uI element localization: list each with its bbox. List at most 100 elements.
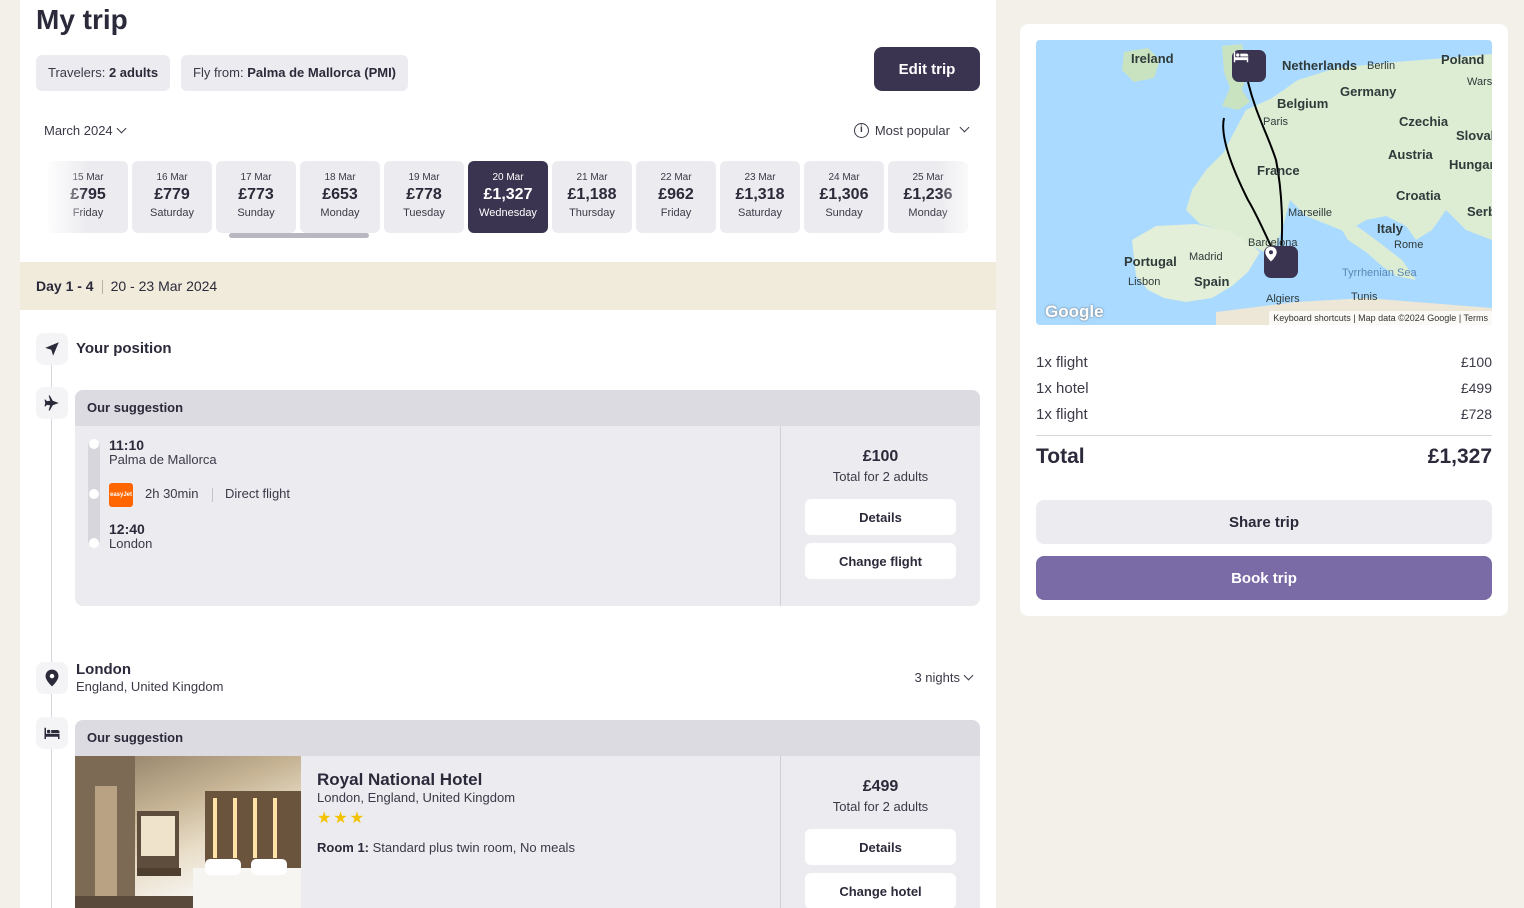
- map-label: Lisbon: [1128, 276, 1161, 288]
- flight-duration: 2h 30min: [145, 486, 199, 501]
- arrive-dot: [89, 538, 99, 548]
- date-price: £1,318: [735, 186, 785, 203]
- hotel-marker[interactable]: [1232, 50, 1266, 82]
- page-title: My trip: [36, 4, 128, 35]
- fly-from-chip[interactable]: Fly from: Palma de Mallorca (PMI): [181, 55, 409, 91]
- hotel-price: £499: [862, 778, 899, 795]
- date-card[interactable]: 17 Mar £773 Sunday: [216, 161, 296, 233]
- your-position-label: Your position: [76, 340, 172, 357]
- date-card[interactable]: 19 Mar £778 Tuesday: [384, 161, 464, 233]
- flight-card: Our suggestion 11:10 Palma de Mallorca e…: [75, 390, 980, 606]
- map-label: Croatia: [1396, 188, 1441, 203]
- hotel-price-note: Total for 2 adults: [832, 799, 929, 814]
- map-label: Hungar: [1449, 157, 1492, 172]
- date-range: 20 - 23 Mar 2024: [110, 278, 218, 294]
- date-label: 16 Mar: [156, 172, 188, 183]
- month-select[interactable]: March 2024: [44, 123, 127, 138]
- chevron-down-icon: [963, 670, 974, 681]
- map-label: Ireland: [1131, 51, 1174, 66]
- month-value: March 2024: [44, 123, 113, 138]
- hotel-stars: ★★★: [317, 810, 367, 827]
- map-label: Czechia: [1399, 114, 1449, 129]
- edit-trip-button[interactable]: Edit trip: [874, 47, 980, 91]
- date-card[interactable]: 23 Mar £1,318 Saturday: [720, 161, 800, 233]
- date-card[interactable]: 24 Mar £1,306 Sunday: [804, 161, 884, 233]
- hotel-price-panel: £499 Total for 2 adults Details Change h…: [781, 756, 980, 908]
- map-label: Germany: [1340, 84, 1397, 99]
- nights-select[interactable]: 3 nights: [914, 670, 974, 685]
- sort-select[interactable]: i Most popular: [853, 122, 970, 138]
- hotel-name[interactable]: Royal National Hotel: [317, 770, 482, 790]
- room-value: Standard plus twin room, No meals: [372, 840, 575, 855]
- date-carousel: 15 Mar £795 Friday 16 Mar £779 Saturday 17 Mar…: [48, 161, 968, 233]
- map-label: Wars: [1467, 76, 1492, 88]
- date-label: 23 Mar: [744, 172, 776, 183]
- date-price: £962: [658, 186, 694, 203]
- info-icon[interactable]: i: [853, 123, 869, 138]
- map-footer[interactable]: Keyboard shortcuts | Map data ©2024 Goog…: [1269, 311, 1492, 325]
- fly-from-label: Fly from:: [193, 65, 244, 80]
- map-label: Austria: [1388, 147, 1433, 162]
- arrive-time: 12:40: [109, 521, 145, 537]
- date-weekday: Friday: [660, 207, 692, 219]
- flight-card-header: Our suggestion: [75, 390, 980, 426]
- map-label: Algiers: [1266, 293, 1300, 305]
- summary-value: £100: [1460, 354, 1492, 370]
- total-row: Total £1,327: [1036, 445, 1492, 469]
- map-label: Serb: [1467, 204, 1492, 219]
- hotel-details-button[interactable]: Details: [805, 829, 956, 865]
- chevron-down-icon: [959, 122, 970, 133]
- flight-type: Direct flight: [225, 486, 291, 501]
- date-weekday: Monday: [320, 207, 360, 219]
- depart-dot: [89, 439, 99, 449]
- date-card[interactable]: 18 Mar £653 Monday: [300, 161, 380, 233]
- nights-value: 3 nights: [914, 670, 960, 685]
- map-label: Tyrrhenian Sea: [1342, 267, 1417, 279]
- change-hotel-button[interactable]: Change hotel: [805, 873, 956, 908]
- date-label: 22 Mar: [660, 172, 692, 183]
- travelers-chip[interactable]: Travelers: 2 adults: [36, 55, 171, 91]
- date-label: 17 Mar: [240, 172, 272, 183]
- date-label: 20 Mar: [492, 172, 524, 183]
- date-card[interactable]: 22 Mar £962 Friday: [636, 161, 716, 233]
- flight-price-panel: £100 Total for 2 adults Details Change f…: [781, 426, 980, 579]
- route-map[interactable]: Ireland Netherlands Berlin Poland Wars G…: [1036, 40, 1492, 325]
- hotel-photo[interactable]: [75, 756, 301, 908]
- book-trip-button[interactable]: Book trip: [1036, 556, 1492, 600]
- share-trip-button[interactable]: Share trip: [1036, 500, 1492, 544]
- navigation-arrow-icon: [36, 333, 68, 365]
- date-scrollbar[interactable]: [229, 233, 369, 238]
- map-label: Barcelona: [1248, 237, 1298, 249]
- date-price: £1,327: [483, 186, 533, 203]
- day-range-label: Day 1 - 4: [36, 278, 94, 294]
- timeline-line: [51, 365, 52, 908]
- hotel-location: London, England, United Kingdom: [317, 790, 516, 805]
- map-land: [1122, 44, 1492, 325]
- summary-row: 1x flight £728: [1036, 406, 1492, 423]
- summary-value: £728: [1460, 406, 1492, 422]
- flight-details-button[interactable]: Details: [805, 499, 956, 535]
- summary-row: 1x hotel £499: [1036, 380, 1492, 397]
- hotel-card: Our suggestion Royal National Hotel Lond…: [75, 720, 980, 908]
- change-flight-button[interactable]: Change flight: [805, 543, 956, 579]
- sort-value: Most popular: [874, 123, 950, 138]
- date-price: £773: [238, 186, 274, 203]
- location-pin-marker[interactable]: [1264, 246, 1298, 278]
- map-label: Rome: [1394, 239, 1424, 251]
- date-price: £1,306: [819, 186, 869, 203]
- summary-label: 1x hotel: [1036, 380, 1089, 397]
- date-price: £653: [322, 186, 358, 203]
- date-card[interactable]: 16 Mar £779 Saturday: [132, 161, 212, 233]
- total-value: £1,327: [1427, 445, 1492, 468]
- trip-summary-panel: Ireland Netherlands Berlin Poland Wars G…: [1020, 24, 1508, 616]
- date-card[interactable]: 20 Mar £1,327 Wednesday: [468, 161, 548, 233]
- trip-main-panel: My trip Travelers: 2 adults Fly from: Pa…: [20, 0, 996, 908]
- date-label: 24 Mar: [828, 172, 860, 183]
- date-weekday: Thursday: [569, 207, 615, 219]
- date-card[interactable]: 21 Mar £1,188 Thursday: [552, 161, 632, 233]
- map-label: Tunis: [1351, 291, 1378, 303]
- date-label: 18 Mar: [324, 172, 356, 183]
- total-label: Total: [1036, 445, 1085, 468]
- day-band: Day 1 - 4 20 - 23 Mar 2024: [20, 262, 996, 310]
- map-label: Slovak: [1456, 128, 1492, 143]
